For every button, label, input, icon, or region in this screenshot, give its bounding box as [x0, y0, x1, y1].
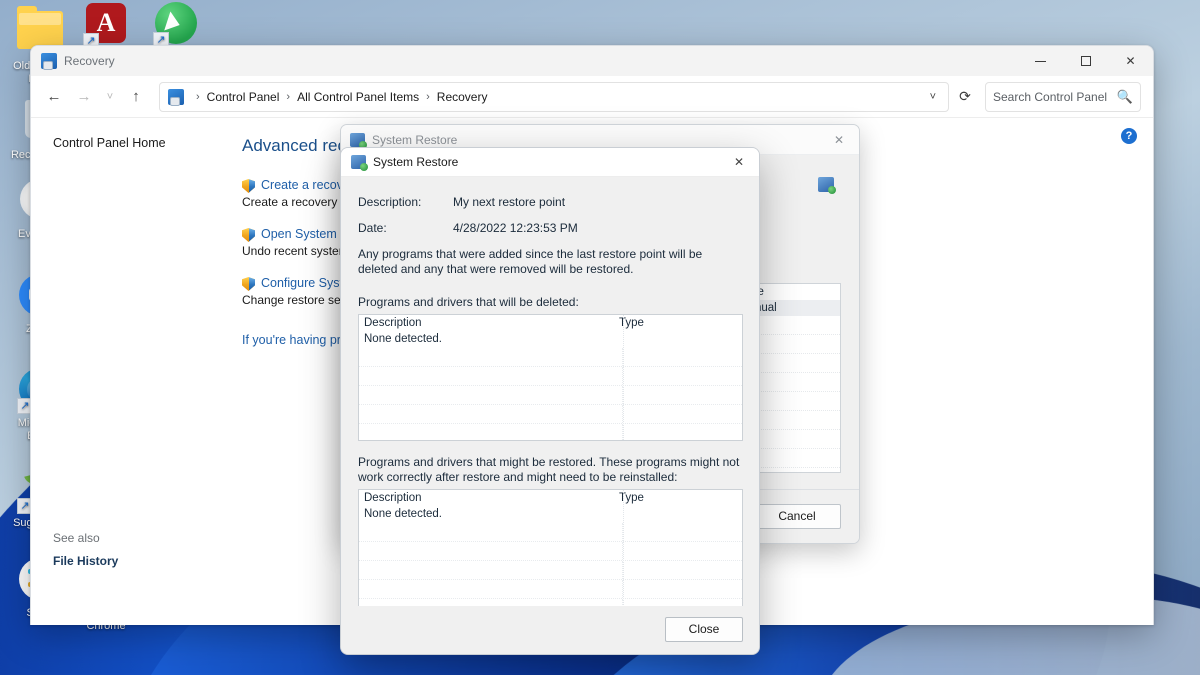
dialog-body: Description: My next restore point Date:…	[341, 177, 759, 654]
restored-programs-caption: Programs and drivers that might be resto…	[358, 455, 740, 484]
recent-locations-button[interactable]: ˅	[99, 82, 121, 112]
compass-icon: ↗	[153, 2, 199, 48]
field-value: 4/28/2022 12:23:53 PM	[453, 221, 578, 235]
cell-description: None detected.	[364, 333, 443, 345]
table-empty-row	[359, 367, 742, 386]
close-button[interactable]: ✕	[1108, 46, 1153, 76]
sidebar-see-also-label: See also	[53, 531, 100, 545]
breadcrumb-item-control-panel[interactable]: Control Panel	[207, 90, 280, 104]
table-empty-row	[359, 386, 742, 405]
field-date: Date: 4/28/2022 12:23:53 PM	[358, 221, 743, 235]
recovery-icon	[41, 53, 57, 70]
deleted-programs-table[interactable]: Description Type None detected.	[358, 314, 743, 441]
table-empty-row	[359, 542, 742, 561]
breadcrumb[interactable]: › Control Panel › All Control Panel Item…	[159, 81, 949, 112]
dialog-close-button[interactable]: ✕	[819, 125, 859, 155]
desktop: Old Firefox Data A ↗ ↗ Recycle Bin Evern…	[0, 0, 1200, 675]
dialog-titlebar[interactable]: System Restore ✕	[341, 148, 759, 177]
window-titlebar[interactable]: Recovery ✕	[31, 46, 1153, 76]
sidebar: Control Panel Home See also File History	[31, 118, 231, 625]
shield-icon	[242, 228, 255, 242]
cell-description: None detected.	[364, 508, 443, 520]
breadcrumb-separator: ›	[196, 90, 200, 103]
deleted-programs-caption: Programs and drivers that will be delete…	[358, 295, 579, 309]
chevron-down-icon[interactable]: ˅	[924, 91, 942, 103]
breadcrumb-separator: ›	[426, 90, 430, 103]
column-header-description: Description	[364, 317, 422, 329]
shield-icon	[242, 179, 255, 193]
maximize-button[interactable]	[1063, 46, 1108, 76]
help-icon[interactable]: ?	[1121, 128, 1137, 144]
search-input[interactable]: Search Control Panel 🔍	[985, 81, 1141, 112]
table-row[interactable]: None detected.	[359, 331, 742, 348]
breadcrumb-item-all-items[interactable]: All Control Panel Items	[297, 90, 419, 104]
table-header-row: Description Type	[359, 315, 742, 331]
table-empty-row	[359, 405, 742, 424]
breadcrumb-item-recovery[interactable]: Recovery	[437, 90, 488, 104]
field-value: My next restore point	[453, 195, 566, 209]
pdf-icon: A ↗	[83, 3, 129, 49]
cancel-button[interactable]: Cancel	[753, 504, 841, 529]
table-empty-row	[359, 424, 742, 440]
forward-button[interactable]: →	[69, 82, 99, 112]
field-description: Description: My next restore point	[358, 195, 743, 209]
search-placeholder: Search Control Panel	[993, 89, 1108, 104]
dialog-title: System Restore	[373, 155, 459, 169]
shield-icon	[242, 277, 255, 291]
dialog-close-button[interactable]: ✕	[719, 148, 759, 177]
breadcrumb-separator: ›	[286, 90, 291, 103]
column-header-description: Description	[364, 492, 422, 504]
cell-type	[619, 331, 737, 348]
up-button[interactable]: ↑	[121, 82, 151, 112]
table-header-row: Description Type	[359, 490, 742, 506]
table-empty-row	[359, 348, 742, 367]
sidebar-item-control-panel-home[interactable]: Control Panel Home	[53, 136, 231, 150]
warning-text: Any programs that were added since the l…	[358, 247, 703, 276]
table-empty-row	[359, 523, 742, 542]
dialog-title: System Restore	[372, 132, 458, 147]
system-restore-icon	[350, 132, 367, 149]
desktop-icon-compass[interactable]: ↗	[138, 0, 214, 51]
system-restore-icon	[351, 155, 368, 171]
restored-programs-table[interactable]: Description Type None detected.	[358, 489, 743, 616]
close-button[interactable]: Close	[665, 617, 743, 642]
system-restore-icon	[818, 177, 836, 194]
minimize-button[interactable]	[1018, 46, 1063, 76]
field-label: Date:	[358, 221, 387, 235]
back-button[interactable]: ←	[39, 82, 69, 112]
table-empty-row	[359, 580, 742, 599]
window-title: Recovery	[64, 54, 115, 68]
system-restore-confirm-dialog: System Restore ✕ Description: My next re…	[340, 147, 760, 655]
breadcrumb-icon	[168, 88, 184, 106]
cell-type	[619, 506, 737, 523]
search-icon: 🔍	[1116, 88, 1133, 104]
explorer-toolbar: ← → ˅ ↑ › Control Panel › All Control Pa…	[31, 76, 1153, 118]
column-header-type: Type	[619, 317, 644, 329]
table-empty-row	[359, 561, 742, 580]
column-header-type: Type	[619, 492, 644, 504]
field-label: Description:	[358, 195, 422, 209]
refresh-icon[interactable]: ⟳	[951, 82, 979, 112]
dialog-footer: Close	[341, 606, 759, 654]
table-row[interactable]: None detected.	[359, 506, 742, 523]
sidebar-item-file-history[interactable]: File History	[53, 554, 118, 568]
window-controls: ✕	[1018, 46, 1153, 76]
